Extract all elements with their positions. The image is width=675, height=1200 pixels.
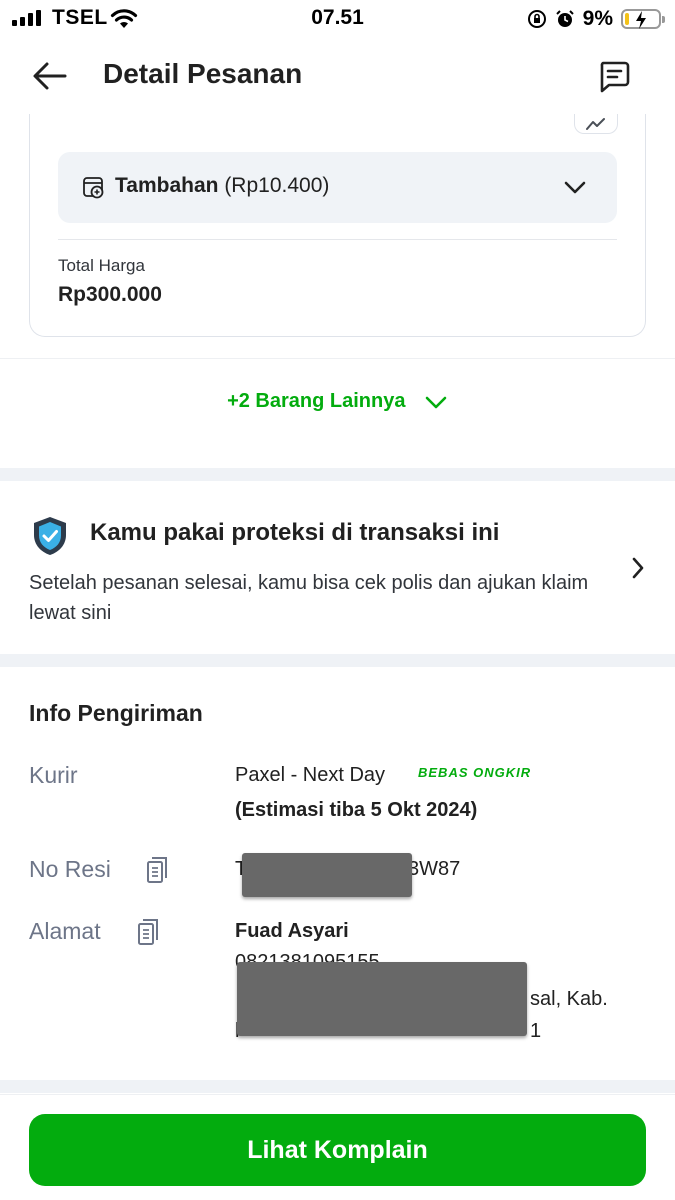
section-separator	[0, 654, 675, 667]
section-separator	[0, 1080, 675, 1093]
chevron-down-icon	[564, 181, 586, 194]
shield-check-icon	[34, 517, 66, 555]
card-divider	[58, 239, 617, 240]
chevron-right-icon	[632, 557, 644, 579]
more-items-label: +2 Barang Lainnya	[227, 390, 406, 412]
battery-icon	[621, 9, 665, 29]
address-line-3-end: 1	[530, 1020, 542, 1042]
chevron-down-icon	[425, 396, 447, 408]
redaction-block	[242, 853, 412, 897]
free-shipping-badge: BEBAS ONGKIR	[418, 765, 532, 780]
address-line-2: sal, Kab.	[530, 988, 608, 1010]
divider	[0, 358, 675, 359]
battery-percent: 9%	[582, 7, 613, 30]
more-items-toggle[interactable]: +2 Barang Lainnya	[0, 390, 675, 413]
protection-description: Setelah pesanan selesai, kamu bisa cek p…	[29, 572, 589, 624]
addon-accordion[interactable]: Tambahan (Rp10.400)	[58, 152, 617, 223]
alarm-icon	[555, 10, 574, 27]
price-history-button[interactable]	[574, 112, 618, 134]
address-label: Alamat	[29, 918, 101, 944]
copy-icon[interactable]	[146, 856, 168, 884]
resi-label: No Resi	[29, 856, 111, 882]
orientation-lock-icon	[527, 10, 546, 28]
courier-label: Kurir	[29, 762, 78, 788]
chat-icon	[600, 61, 630, 93]
arrow-left-icon	[33, 62, 67, 90]
view-complaint-button[interactable]: Lihat Komplain	[29, 1114, 646, 1186]
addon-title: Tambahan	[115, 174, 219, 197]
addon-bag-icon	[83, 177, 104, 199]
chat-button[interactable]	[593, 56, 635, 98]
app-header: Detail Pesanan	[0, 38, 675, 114]
back-button[interactable]	[28, 56, 72, 96]
addon-amount: (Rp10.400)	[224, 174, 330, 197]
status-bar: TSEL 07.51 9%	[0, 0, 675, 38]
courier-value: Paxel - Next Day	[235, 764, 386, 786]
trend-icon	[586, 118, 605, 130]
total-price-label: Total Harga	[58, 256, 145, 275]
total-price-value: Rp300.000	[58, 283, 162, 306]
addon-label: Tambahan (Rp10.400)	[115, 174, 329, 198]
shipping-info-title: Info Pengiriman	[29, 700, 203, 726]
section-separator	[0, 468, 675, 481]
resi-suffix: 3W87	[408, 858, 461, 880]
page-title: Detail Pesanan	[103, 58, 303, 89]
recipient-name: Fuad Asyari	[235, 920, 349, 942]
protection-banner[interactable]: Kamu pakai proteksi di transaksi ini Set…	[0, 482, 675, 654]
delivery-estimate: (Estimasi tiba 5 Okt 2024)	[235, 799, 478, 821]
copy-icon[interactable]	[137, 918, 159, 946]
protection-title: Kamu pakai proteksi di transaksi ini	[90, 519, 500, 546]
redaction-block	[237, 962, 527, 1036]
